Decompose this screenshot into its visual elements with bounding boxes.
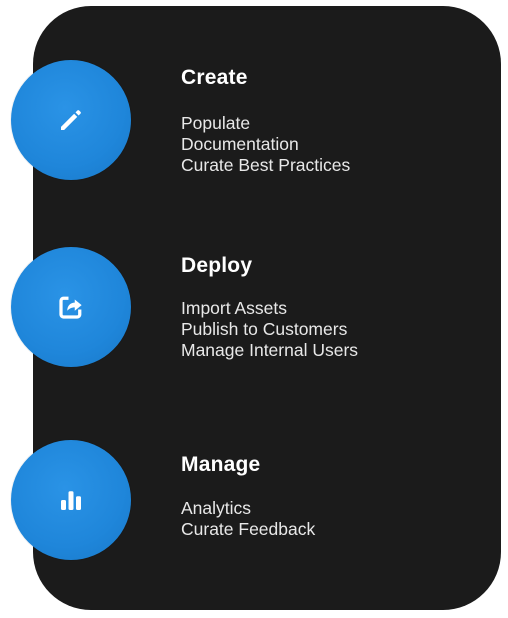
section-title-deploy: Deploy (181, 254, 253, 277)
section-manage: Manage Analytics Curate Feedback (0, 0, 508, 560)
list-item: Analytics (181, 498, 252, 518)
list-item: Publish to Customers (181, 319, 348, 339)
list-item: Manage Internal Users (181, 340, 359, 360)
section-items-deploy: Import Assets Publish to Customers Manag… (181, 298, 358, 361)
section-title-manage: Manage (181, 453, 261, 476)
list-item: Import Assets (181, 298, 288, 318)
deploy-circle (11, 247, 131, 367)
bar-chart-icon (56, 485, 86, 515)
share-export-icon (56, 292, 86, 322)
manage-circle (11, 440, 131, 560)
section-items-manage: Analytics Curate Feedback (181, 498, 315, 540)
list-item: Curate Feedback (181, 519, 316, 539)
list-item: Curate Best Practices (181, 155, 351, 175)
